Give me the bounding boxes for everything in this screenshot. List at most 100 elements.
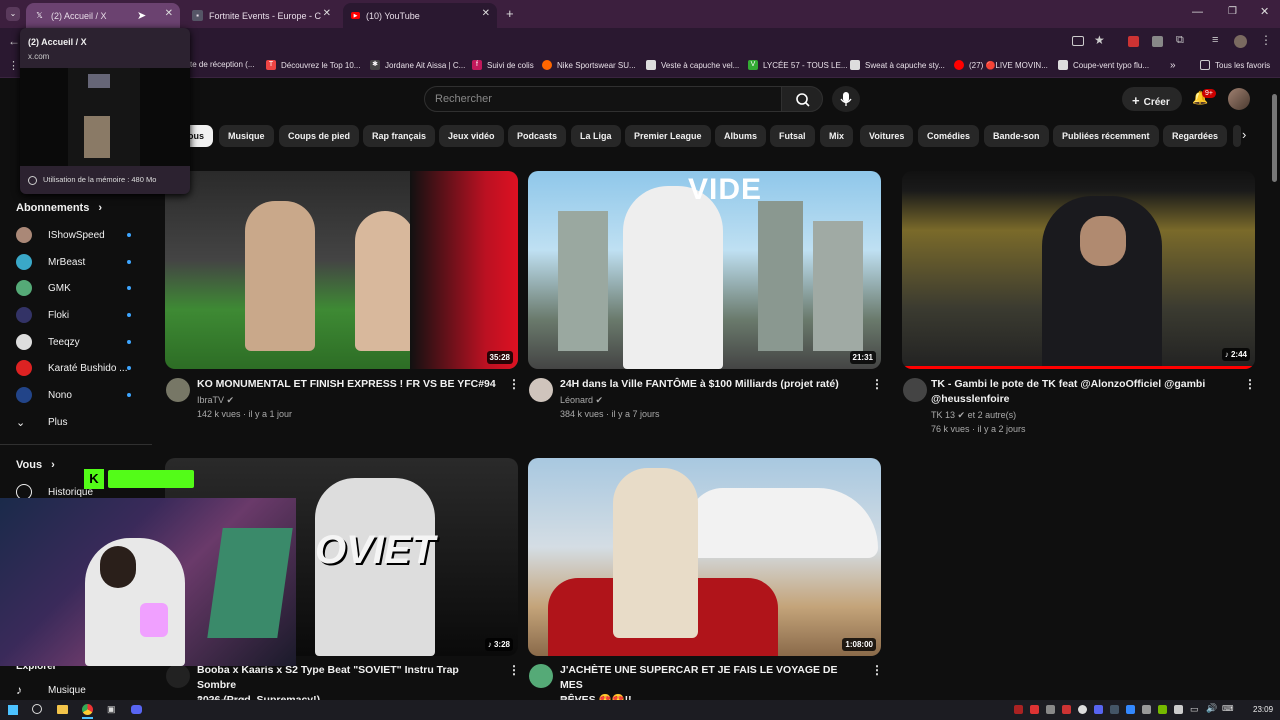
chip-partial[interactable] bbox=[1233, 125, 1241, 147]
tray-icon[interactable] bbox=[1046, 705, 1055, 714]
maximize-button[interactable]: ❐ bbox=[1228, 6, 1237, 17]
chevron-right-icon[interactable]: › bbox=[1242, 127, 1246, 142]
bookmark[interactable]: Nike Sportswear SU... bbox=[542, 60, 636, 70]
sidebar-channel[interactable]: MrBeast bbox=[16, 253, 85, 271]
more-options-icon[interactable]: ⋮ bbox=[871, 663, 883, 677]
chip[interactable]: La Liga bbox=[571, 125, 621, 147]
search-icon[interactable] bbox=[32, 704, 42, 714]
media-icon[interactable]: ≡ bbox=[1212, 34, 1218, 46]
all-bookmarks[interactable]: Tous les favoris bbox=[1200, 60, 1270, 70]
channel-avatar[interactable] bbox=[903, 378, 927, 402]
search-input[interactable]: Rechercher bbox=[424, 86, 782, 112]
search-button[interactable] bbox=[781, 86, 823, 112]
voice-search-button[interactable] bbox=[832, 86, 860, 112]
sidebar-channel[interactable]: Karaté Bushido ... bbox=[16, 359, 128, 377]
chip[interactable]: Publiées récemment bbox=[1053, 125, 1159, 147]
tray-icon[interactable] bbox=[1078, 705, 1087, 714]
network-icon[interactable]: ▭ bbox=[1190, 704, 1199, 715]
profile-avatar[interactable] bbox=[1234, 35, 1247, 48]
bookmark[interactable]: Veste à capuche vel... bbox=[646, 60, 739, 70]
channel-name[interactable]: IbraTV ✔ bbox=[197, 393, 234, 407]
close-icon[interactable]: ✕ bbox=[165, 8, 173, 19]
back-icon[interactable]: ← bbox=[8, 34, 20, 48]
chip[interactable]: Regardées bbox=[1163, 125, 1228, 147]
more-options-icon[interactable]: ⋮ bbox=[871, 377, 883, 391]
volume-icon[interactable]: 🔊 bbox=[1206, 703, 1217, 714]
windows-start-icon[interactable] bbox=[8, 705, 18, 715]
chrome-icon[interactable] bbox=[82, 704, 93, 715]
cast-icon[interactable] bbox=[1072, 36, 1084, 46]
scrollbar-thumb[interactable] bbox=[1272, 94, 1277, 182]
new-tab-button[interactable]: + bbox=[506, 6, 514, 21]
video-thumbnail[interactable]: VIDE 21:31 bbox=[528, 171, 881, 369]
subscriptions-heading[interactable]: Abonnements › bbox=[16, 202, 102, 214]
keyboard-layout[interactable]: ⌨ bbox=[1222, 704, 1234, 713]
sidebar-music[interactable]: ♪ Musique bbox=[16, 681, 86, 699]
tray-icon[interactable] bbox=[1142, 705, 1151, 714]
more-options-icon[interactable]: ⋮ bbox=[508, 663, 520, 677]
chip[interactable]: Musique bbox=[219, 125, 274, 147]
tab-search-icon[interactable]: ⌄ bbox=[6, 7, 20, 21]
channel-avatar[interactable] bbox=[166, 378, 190, 402]
chip[interactable]: Albums bbox=[715, 125, 767, 147]
account-avatar[interactable] bbox=[1228, 88, 1250, 110]
bookmark[interactable]: Coupe-vent typo flu... bbox=[1058, 60, 1149, 70]
bookmark[interactable]: ✱ Jordane Ait Aissa | C... bbox=[370, 60, 465, 70]
bookmark[interactable]: te de réception (... bbox=[190, 60, 254, 69]
sidebar-channel[interactable]: Teeqzy bbox=[16, 333, 80, 351]
bookmark[interactable]: T Découvrez le Top 10... bbox=[266, 60, 360, 70]
channel-name[interactable]: Léonard ✔ bbox=[560, 393, 603, 407]
menu-icon[interactable]: ⋮ bbox=[1260, 33, 1272, 47]
extension-icon[interactable] bbox=[1152, 36, 1163, 47]
video-title[interactable]: 24H dans la Ville FANTÔME à $100 Milliar… bbox=[560, 377, 860, 392]
bluetooth-icon[interactable] bbox=[1126, 705, 1135, 714]
tray-icon[interactable] bbox=[1062, 705, 1071, 714]
chip[interactable]: Premier League bbox=[625, 125, 711, 147]
puzzle-icon[interactable]: ⧉ bbox=[1176, 34, 1184, 47]
tray-icon[interactable] bbox=[1094, 705, 1103, 714]
channel-name[interactable]: TK 13 ✔ et 2 autre(s) bbox=[931, 408, 1016, 422]
sidebar-more[interactable]: ⌄ Plus bbox=[16, 413, 67, 431]
chip[interactable]: Bande-son bbox=[984, 125, 1049, 147]
file-explorer-icon[interactable] bbox=[57, 705, 68, 714]
more-options-icon[interactable]: ⋮ bbox=[508, 377, 520, 391]
channel-avatar[interactable] bbox=[166, 664, 190, 688]
tray-icon[interactable] bbox=[1030, 705, 1039, 714]
more-bookmarks-icon[interactable]: » bbox=[1170, 60, 1176, 71]
chip[interactable]: Rap français bbox=[363, 125, 436, 147]
bookmark[interactable]: f Suivi de colis bbox=[472, 60, 534, 70]
channel-avatar[interactable] bbox=[529, 378, 553, 402]
window-close-button[interactable]: ✕ bbox=[1260, 5, 1269, 18]
chip[interactable]: Voitures bbox=[860, 125, 914, 147]
channel-avatar[interactable] bbox=[529, 664, 553, 688]
tab-youtube[interactable]: ▶ (10) YouTube ✕ bbox=[343, 3, 497, 28]
bookmark[interactable]: V LYCÉE 57 - TOUS LE... bbox=[748, 60, 847, 70]
discord-icon[interactable] bbox=[131, 705, 142, 714]
video-title[interactable]: TK - Gambi le pote de TK feat @AlonzoOff… bbox=[931, 377, 1241, 407]
you-heading[interactable]: Vous › bbox=[16, 459, 55, 471]
close-icon[interactable]: ✕ bbox=[482, 8, 490, 19]
chip[interactable]: Mix bbox=[820, 125, 854, 147]
minimize-button[interactable]: — bbox=[1192, 6, 1203, 18]
create-button[interactable]: + Créer bbox=[1122, 87, 1182, 111]
star-icon[interactable]: ★ bbox=[1094, 33, 1105, 47]
chip[interactable]: Coups de pied bbox=[279, 125, 360, 147]
bookmark[interactable]: (27) 🔴LIVE MOVIN... bbox=[954, 60, 1048, 70]
tab-x[interactable]: 𝕏 (2) Accueil / X ✕ bbox=[26, 3, 180, 28]
bookmark[interactable]: Sweat à capuche sty... bbox=[850, 60, 945, 70]
chip[interactable]: Futsal bbox=[770, 125, 815, 147]
close-icon[interactable]: ✕ bbox=[323, 8, 331, 19]
sidebar-channel[interactable]: Floki bbox=[16, 306, 69, 324]
video-title[interactable]: KO MONUMENTAL ET FINISH EXPRESS ! FR VS … bbox=[197, 377, 497, 392]
clock[interactable]: 23:09 bbox=[1253, 705, 1273, 714]
more-options-icon[interactable]: ⋮ bbox=[1244, 377, 1256, 391]
video-thumbnail[interactable]: ♪ 2:44 bbox=[902, 171, 1255, 369]
nvidia-icon[interactable] bbox=[1158, 705, 1167, 714]
video-thumbnail[interactable]: 35:28 bbox=[165, 171, 518, 369]
video-thumbnail[interactable]: 1:08:00 bbox=[528, 458, 881, 656]
tray-icon[interactable] bbox=[1174, 705, 1183, 714]
sidebar-channel[interactable]: Nono bbox=[16, 386, 72, 404]
tray-icon[interactable] bbox=[1014, 705, 1023, 714]
chip[interactable]: Podcasts bbox=[508, 125, 567, 147]
chip[interactable]: Jeux vidéo bbox=[439, 125, 504, 147]
